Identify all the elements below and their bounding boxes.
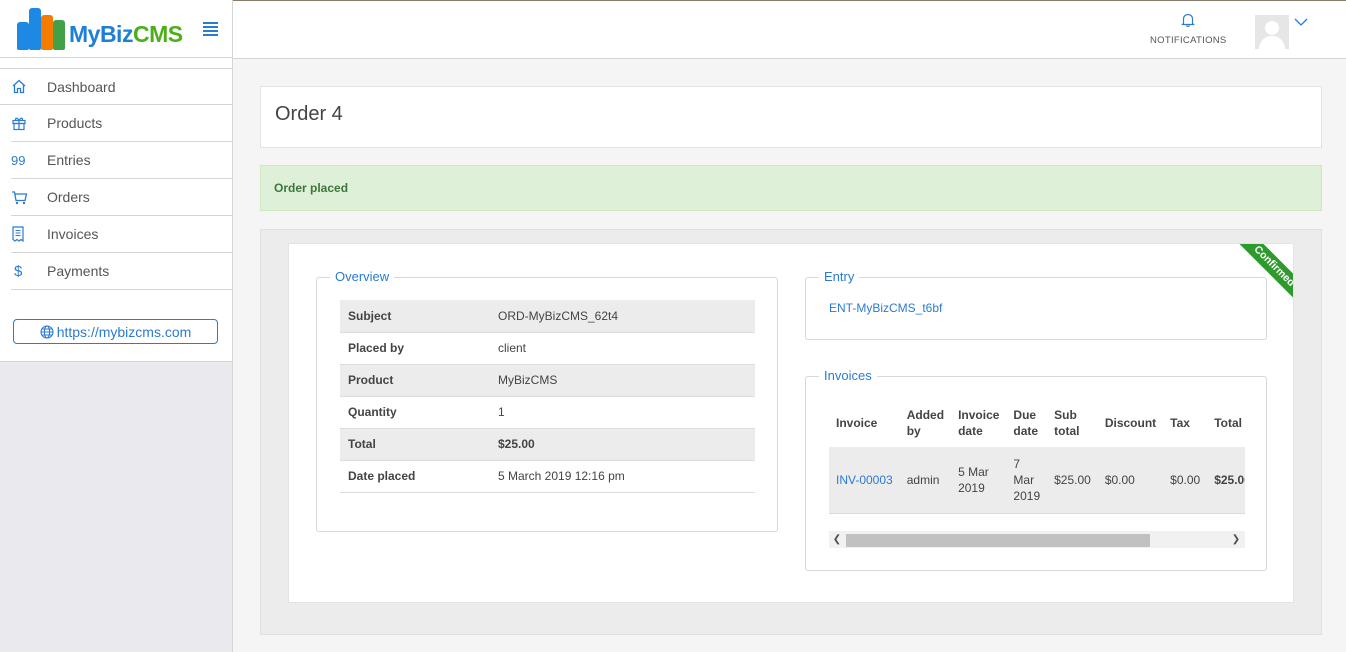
- field-value: 5 March 2019 12:16 pm: [498, 469, 625, 483]
- invoices-section: Invoices Invoice Added by Invoice date Due…: [805, 368, 1267, 571]
- sidebar-item-payments[interactable]: $ Payments: [11, 253, 232, 290]
- column-header-discount: Discount: [1104, 416, 1157, 430]
- added-by-cell: admin: [899, 447, 952, 514]
- horizontal-scrollbar[interactable]: ❮ ❯: [829, 531, 1245, 548]
- invoice-link[interactable]: INV-00003: [829, 447, 900, 514]
- notifications-button[interactable]: NOTIFICATIONS: [1150, 12, 1226, 46]
- tax-cell: $0.00: [1163, 447, 1208, 514]
- logo-icon: [17, 8, 67, 50]
- chevron-down-icon[interactable]: [1294, 15, 1308, 30]
- scrollbar-thumb[interactable]: [846, 534, 1150, 547]
- table-row: Placed by client: [340, 332, 755, 364]
- table-row: INV-00003 admin 5 Mar 2019 7 Mar 2019 $25.0…: [829, 447, 1245, 514]
- entry-link[interactable]: ENT-MyBizCMS_t6bf: [829, 301, 942, 315]
- site-link-label: https://mybizcms.com: [56, 323, 192, 340]
- table-header-row: Invoice Added by Invoice date Due date Sub t…: [829, 399, 1245, 447]
- field-label: Quantity: [348, 405, 397, 419]
- invoices-table-scroll: Invoice Added by Invoice date Due date Sub t…: [829, 399, 1245, 549]
- sidebar-nav: Dashboard Products 99 Entries Orders Inv…: [0, 68, 232, 290]
- due-date-cell: 7 Mar 2019: [1006, 447, 1048, 514]
- home-icon: [11, 79, 35, 94]
- table-row: Total $25.00: [340, 428, 755, 460]
- table-row: Quantity 1: [340, 396, 755, 428]
- sidebar-item-orders[interactable]: Orders: [11, 179, 232, 216]
- sidebar-item-invoices[interactable]: Invoices: [11, 216, 232, 253]
- field-value: client: [498, 341, 527, 355]
- menu-toggle-icon[interactable]: [203, 22, 218, 36]
- globe-icon: [40, 324, 54, 339]
- gift-icon: [11, 115, 35, 131]
- overview-legend: Overview: [330, 269, 395, 284]
- sidebar-item-label: Invoices: [47, 226, 99, 242]
- field-value: $25.00: [498, 437, 535, 451]
- logo-area: MyBizCMS: [0, 0, 232, 58]
- table-row: Product MyBizCMS: [340, 364, 755, 396]
- column-header-due-date: Due date: [1013, 408, 1039, 438]
- sidebar-item-label: Orders: [47, 189, 90, 205]
- order-details-panel: Confirmed Overview Subject ORD-MyBizCMS_…: [288, 243, 1294, 603]
- notifications-label: NOTIFICATIONS: [1150, 35, 1227, 46]
- sidebar-item-entries[interactable]: 99 Entries: [11, 142, 232, 179]
- sidebar-item-label: Products: [47, 115, 103, 131]
- cart-icon: [11, 190, 35, 205]
- total-cell: $25.00: [1207, 447, 1245, 514]
- sidebar-item-label: Dashboard: [47, 78, 116, 95]
- overview-section: Overview Subject ORD-MyBizCMS_62t4 Place…: [316, 269, 778, 532]
- scroll-right-arrow-icon[interactable]: ❯: [1229, 533, 1243, 547]
- entry-legend: Entry: [819, 269, 860, 284]
- invoices-legend: Invoices: [819, 368, 877, 383]
- sidebar: MyBizCMS Dashboard Products 99 Entries O…: [0, 0, 233, 652]
- field-label: Placed by: [348, 341, 405, 355]
- top-header: NOTIFICATIONS: [233, 0, 1346, 59]
- sidebar-item-products[interactable]: Products: [11, 105, 232, 142]
- overview-table: Subject ORD-MyBizCMS_62t4 Placed by clie…: [340, 300, 755, 493]
- column-header-invoice: Invoice: [836, 416, 878, 430]
- success-alert: Order placed: [260, 165, 1322, 211]
- dollar-icon: $: [14, 262, 23, 280]
- avatar[interactable]: [1255, 15, 1289, 49]
- logo-text: MyBizCMS: [69, 21, 183, 47]
- scroll-left-arrow-icon[interactable]: ❮: [830, 533, 844, 547]
- field-label: Product: [348, 373, 394, 387]
- column-header-total: Total: [1214, 416, 1242, 430]
- invoices-table: Invoice Added by Invoice date Due date Sub t…: [829, 399, 1245, 514]
- table-row: Subject ORD-MyBizCMS_62t4: [340, 300, 755, 332]
- sub-total-cell: $25.00: [1047, 447, 1098, 514]
- sidebar-item-label: Payments: [47, 263, 110, 279]
- field-value: ORD-MyBizCMS_62t4: [498, 308, 619, 323]
- page-title-box: Order 4: [260, 86, 1322, 148]
- quote-icon: 99: [11, 152, 26, 168]
- field-label: Total: [348, 437, 376, 451]
- site-link-button[interactable]: https://mybizcms.com: [13, 319, 218, 344]
- sidebar-panel: MyBizCMS Dashboard Products 99 Entries O…: [0, 0, 232, 362]
- field-label: Date placed: [348, 469, 416, 483]
- table-row: Date placed 5 March 2019 12:16 pm: [340, 460, 755, 492]
- sidebar-item-label: Entries: [47, 152, 91, 168]
- bell-icon: [1181, 13, 1195, 27]
- page-title: Order 4: [275, 103, 343, 125]
- column-header-added-by: Added by: [906, 408, 945, 438]
- field-value: MyBizCMS: [498, 373, 558, 387]
- sidebar-item-dashboard[interactable]: Dashboard: [0, 68, 232, 105]
- alert-text: Order placed: [274, 181, 349, 195]
- field-value: 1: [498, 405, 505, 419]
- discount-cell: $0.00: [1097, 447, 1164, 514]
- column-header-invoice-date: Invoice date: [958, 408, 1000, 438]
- column-header-tax: Tax: [1170, 416, 1190, 430]
- entry-section: Entry ENT-MyBizCMS_t6bf: [805, 269, 1267, 340]
- invoice-date-cell: 5 Mar 2019: [951, 447, 1007, 514]
- receipt-icon: [11, 226, 35, 242]
- field-label: Subject: [348, 308, 392, 323]
- column-header-sub-total: Sub total: [1054, 408, 1080, 438]
